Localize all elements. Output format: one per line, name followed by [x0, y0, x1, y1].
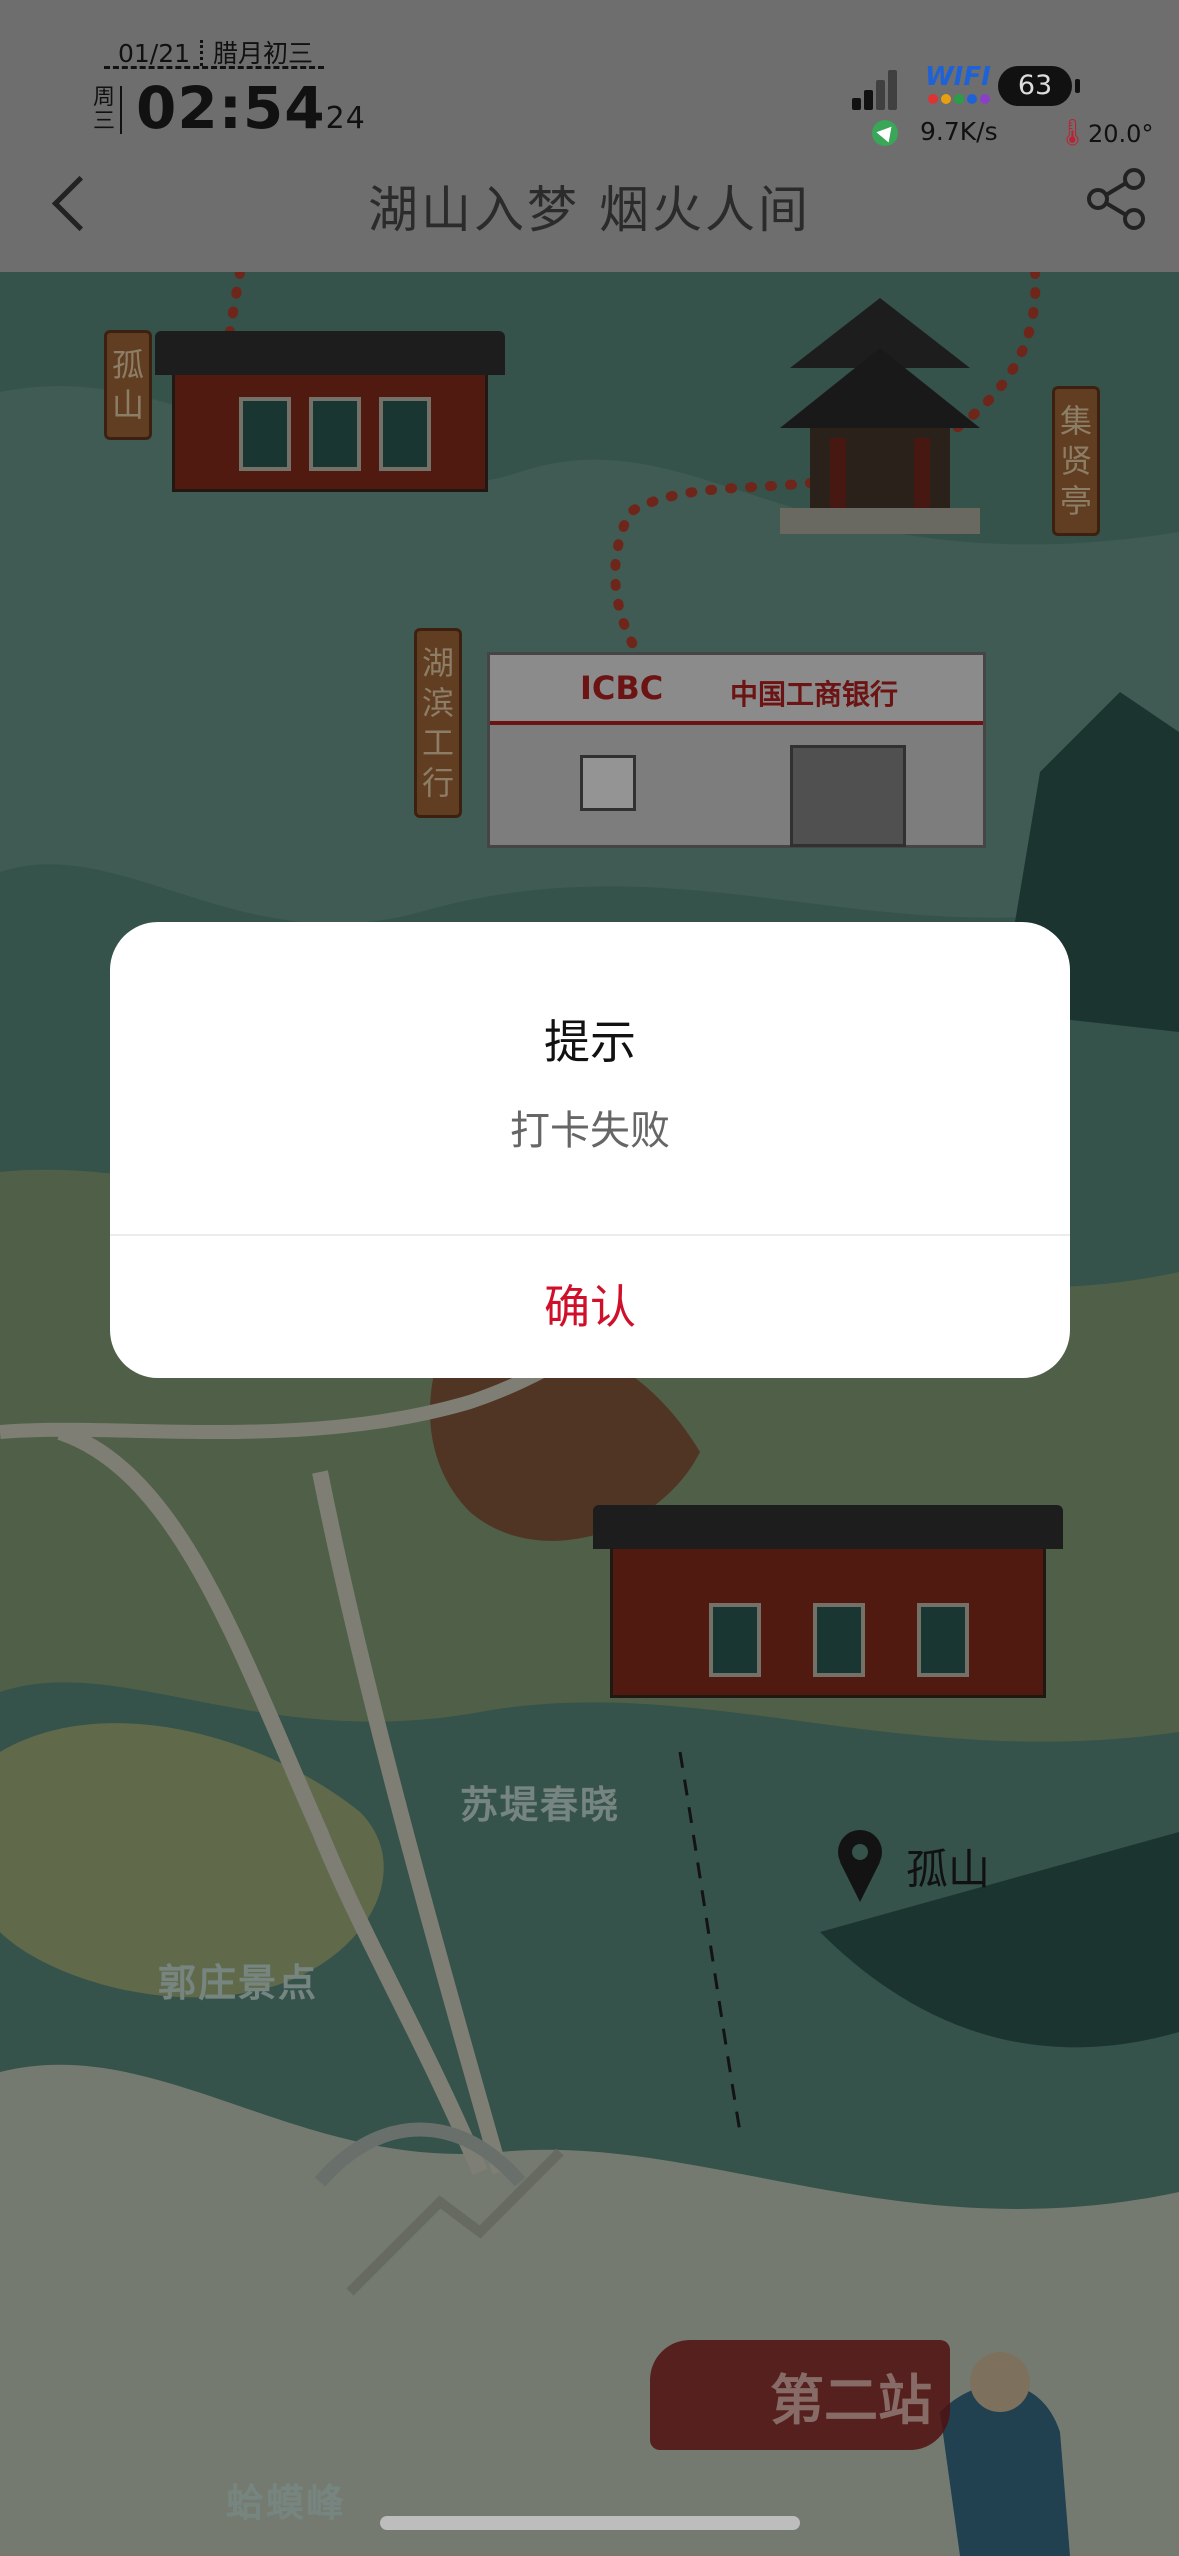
lunar-date-text: 腊月初三 — [213, 39, 314, 68]
wifi-icon: WIFI — [925, 62, 991, 92]
clock-time: 02:54 — [136, 74, 326, 142]
net-speed: 9.7K/s — [920, 117, 998, 146]
confirm-button[interactable]: 确认 — [110, 1236, 1070, 1378]
date-text: 01/21 — [118, 39, 191, 68]
temperature: 20.0° — [1088, 120, 1154, 148]
clock-seconds: 24 — [325, 101, 366, 136]
clock: 02:5424 — [136, 74, 366, 142]
wifi-dots — [928, 94, 990, 104]
page-title: 湖山入梦 烟火人间 — [368, 181, 811, 239]
top-bar: 01/21 腊月初三 周三 02:5424 WIFI 63 9.7K/s 🌡 20… — [0, 0, 1179, 272]
modal-overlay[interactable] — [0, 272, 1179, 2556]
signal-icon — [852, 70, 898, 110]
location-arrow-icon — [872, 120, 898, 146]
dialog-title: 提示 — [544, 1015, 636, 1069]
share-icon — [1087, 168, 1145, 230]
alert-dialog: 提示 打卡失败 确认 — [110, 922, 1070, 1378]
status-date: 01/21 腊月初三 — [118, 34, 313, 70]
date-divider — [104, 66, 324, 69]
dialog-message: 打卡失败 — [510, 1108, 670, 1154]
location-pin-label[interactable]: 孤山 — [906, 1836, 990, 1897]
thermometer-icon: 🌡 — [1056, 118, 1090, 148]
home-indicator[interactable] — [380, 2516, 800, 2530]
share-button[interactable] — [1084, 166, 1150, 232]
illustrated-map[interactable]: 孤山 集贤亭 湖滨工行 ICBC 中国工商银行 苏堤春晓 郭庄景点 蛤蟆峰 第二… — [0, 272, 1179, 2556]
weekday-text: 周三 — [92, 86, 122, 134]
battery-icon: 63 — [998, 66, 1080, 106]
